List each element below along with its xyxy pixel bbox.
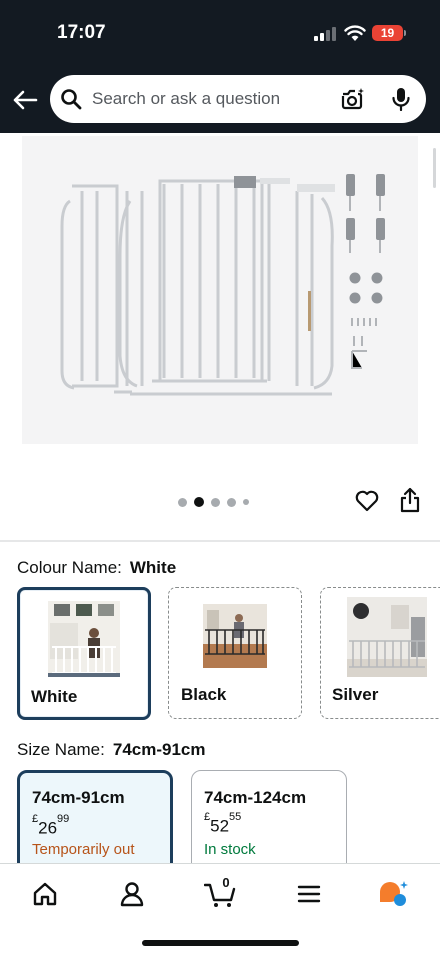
- search-icon: [61, 89, 82, 110]
- carousel-dot-active[interactable]: [194, 497, 204, 507]
- cellular-signal-icon: [314, 27, 338, 41]
- size-name-label: Size Name:: [17, 740, 105, 759]
- size-option-name: 74cm-124cm: [204, 788, 307, 807]
- size-option-status: Temporarily out: [32, 841, 135, 858]
- home-indicator[interactable]: [142, 940, 299, 946]
- section-divider: [0, 540, 440, 542]
- size-option-price: £2699: [32, 813, 70, 838]
- carousel-dot[interactable]: [243, 499, 249, 505]
- search-bar[interactable]: [50, 75, 426, 123]
- share-icon[interactable]: [399, 486, 421, 514]
- microphone-icon[interactable]: [391, 87, 411, 111]
- colour-option-label: Black: [181, 685, 227, 704]
- account-icon[interactable]: [118, 880, 146, 908]
- colour-option-black[interactable]: Black: [168, 587, 302, 719]
- battery-indicator: 19: [372, 25, 403, 41]
- black-gate-thumbnail: [203, 604, 267, 668]
- header: 17:07 19: [0, 0, 440, 133]
- carousel-dot[interactable]: [227, 497, 236, 507]
- size-option-price: £5255: [204, 811, 242, 836]
- colour-option-silver[interactable]: Silver: [320, 587, 440, 719]
- image-edge-indicator: [433, 148, 436, 188]
- status-time: 17:07: [57, 22, 106, 43]
- carousel-dot[interactable]: [178, 497, 187, 507]
- size-option-74-124[interactable]: 74cm-124cm £5255 In stock: [191, 770, 347, 878]
- home-icon[interactable]: [31, 880, 59, 908]
- carousel-dot[interactable]: [211, 497, 220, 507]
- search-input[interactable]: [92, 75, 332, 123]
- size-selected-value: 74cm-91cm: [112, 740, 206, 759]
- wifi-icon: [344, 25, 366, 41]
- rufus-assistant-icon[interactable]: [378, 880, 410, 908]
- colour-name-heading: Colour Name: White: [17, 558, 176, 578]
- size-name-heading: Size Name: 74cm-91cm: [17, 740, 206, 760]
- colour-option-label: Silver: [332, 685, 379, 704]
- back-arrow-icon[interactable]: [11, 86, 39, 114]
- colour-selected-value: White: [129, 558, 177, 577]
- size-option-status: In stock: [204, 841, 256, 858]
- menu-icon[interactable]: [295, 880, 323, 908]
- baby-gate-illustration: [60, 174, 385, 396]
- silver-gate-thumbnail: [347, 597, 427, 677]
- app-screen: 17:07 19 Search or ask a question Colour…: [0, 0, 440, 955]
- product-image[interactable]: [22, 136, 418, 444]
- white-gate-thumbnail: [48, 601, 120, 677]
- size-option-74-91[interactable]: 74cm-91cm £2699 Temporarily out: [17, 770, 173, 878]
- heart-icon[interactable]: [354, 488, 380, 514]
- cart-count-badge: 0: [222, 875, 230, 890]
- size-option-name: 74cm-91cm: [32, 788, 125, 807]
- battery-cap: [404, 30, 406, 36]
- image-carousel-dots[interactable]: [178, 496, 249, 508]
- camera-search-icon[interactable]: [340, 87, 366, 111]
- colour-option-label: White: [31, 687, 78, 706]
- colour-name-label: Colour Name:: [17, 558, 122, 577]
- colour-option-white[interactable]: White: [17, 587, 151, 720]
